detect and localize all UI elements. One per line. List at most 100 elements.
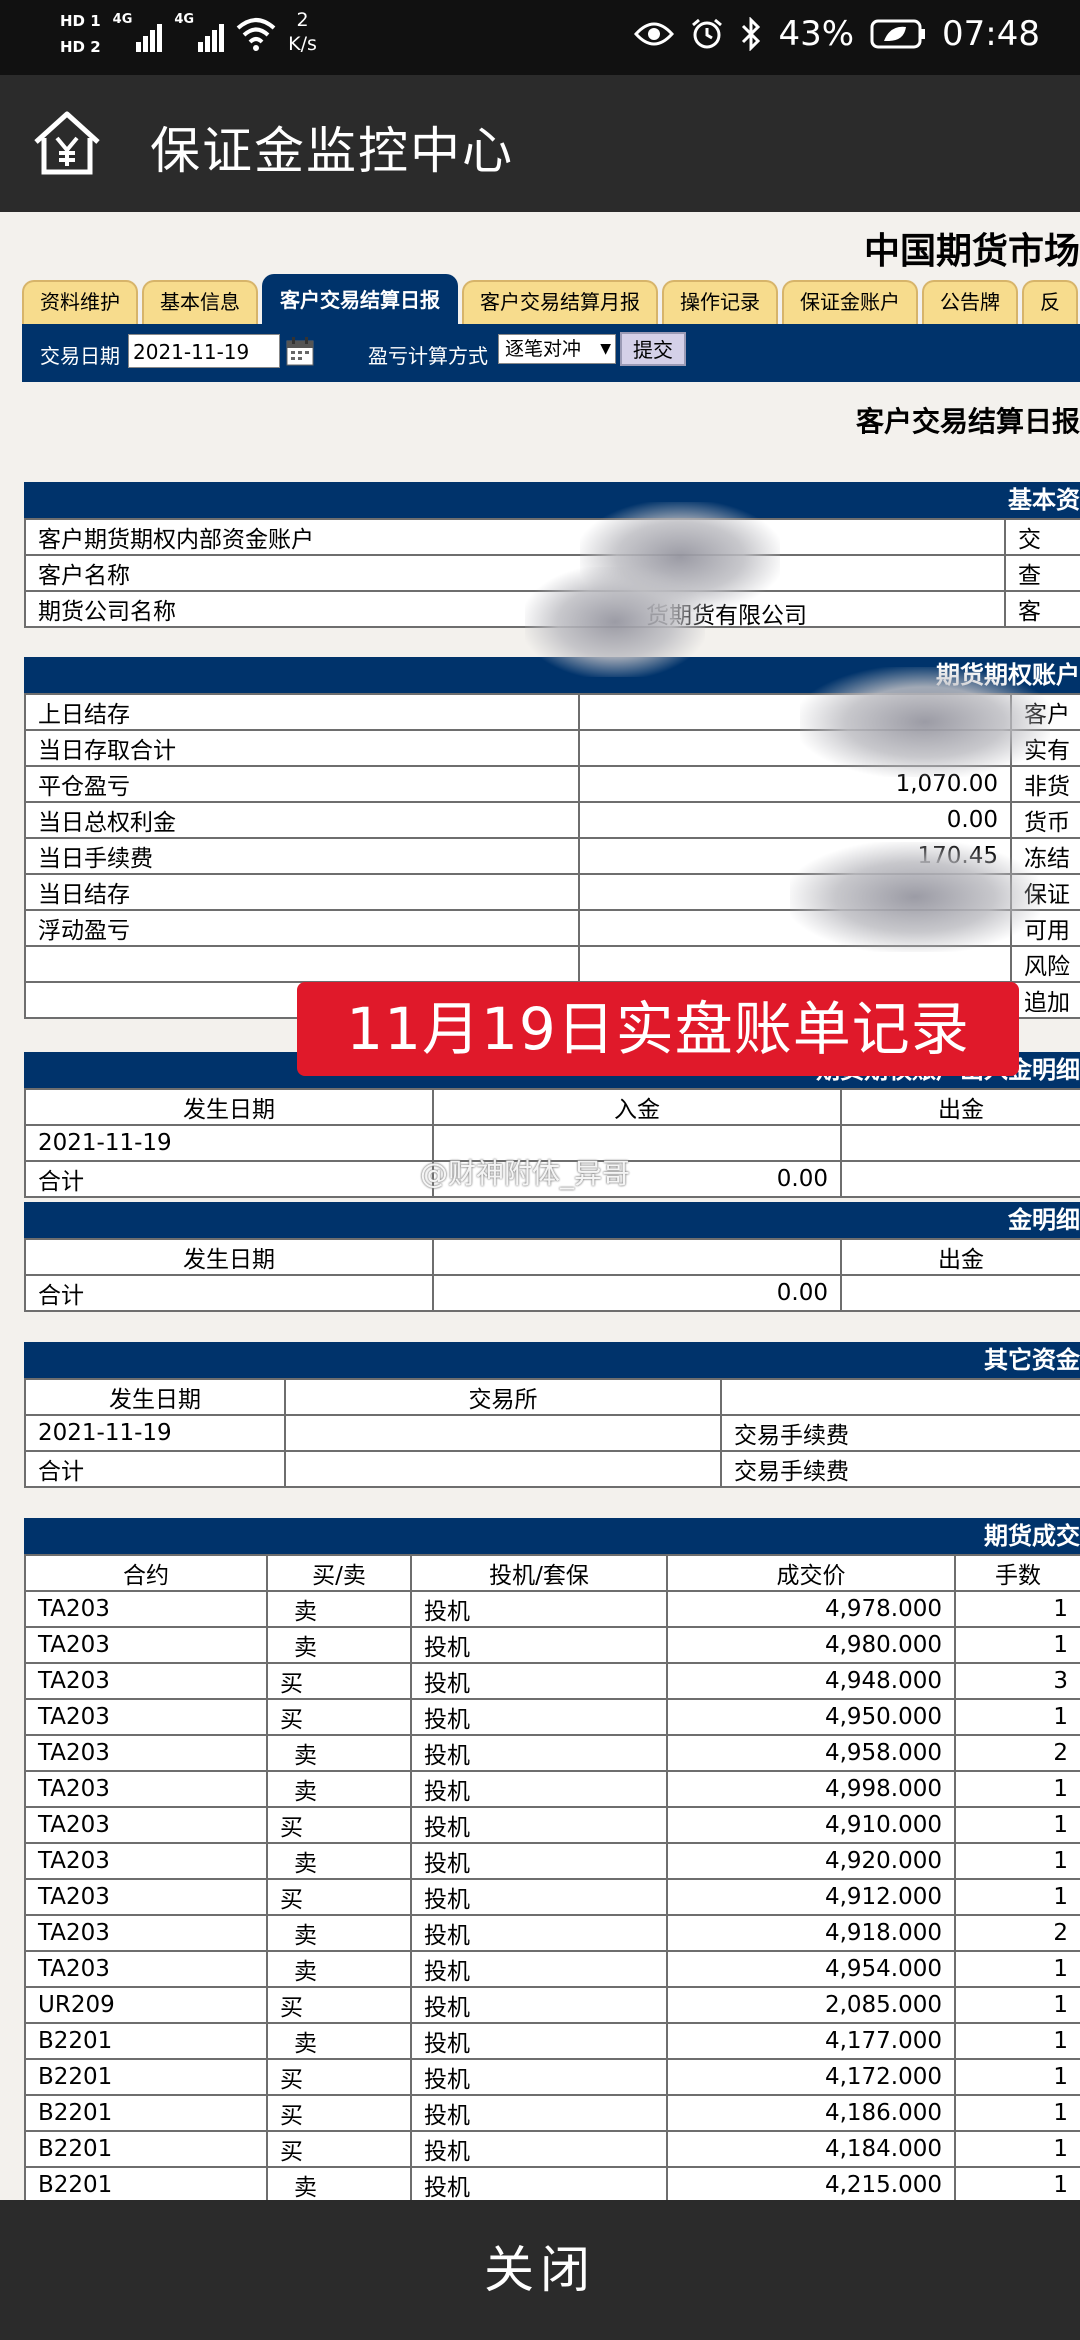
trade-qty: 1 xyxy=(954,1770,1080,1808)
other-funds-row: 2021-11-19 交易手续费 xyxy=(24,1414,1080,1452)
account-row: 当日总权利金 0.00 货币 xyxy=(24,801,1080,839)
trade-contract: TA203 xyxy=(24,1842,268,1880)
method-value: 逐笔对冲 xyxy=(505,338,582,360)
filter-bar: 交易日期 2021-11-19 盈亏计算方式 逐笔对冲 ▼ 提交 xyxy=(22,324,1080,382)
trade-contract: TA203 xyxy=(24,1950,268,1988)
basic-info-label: 期货公司名称 xyxy=(38,599,176,625)
column-header: 投机/套保 xyxy=(410,1554,668,1592)
trade-type: 投机 xyxy=(410,1770,668,1808)
trade-row: B2201 卖投机 4,177.000 1 xyxy=(24,2022,1080,2060)
other-funds-date: 合计 xyxy=(24,1450,286,1488)
trade-price: 4,177.000 xyxy=(666,2022,956,2060)
account-side-label: 货币 xyxy=(1010,801,1080,839)
tab-2[interactable]: 客户交易结算日报 xyxy=(262,274,458,324)
column-header: 成交价 xyxy=(666,1554,956,1592)
tab-6[interactable]: 公告牌 xyxy=(922,280,1018,324)
trades-header: 期货成交 xyxy=(24,1518,1080,1554)
trade-price: 2,085.000 xyxy=(666,1986,956,2024)
webview[interactable]: 中国期货市场 资料维护 基本信息 客户交易结算日报 客户交易结算月报 操作记录 保证金账户… xyxy=(0,212,1080,2200)
tab-4[interactable]: 操作记录 xyxy=(662,280,778,324)
eye-icon xyxy=(634,22,675,46)
battery-percent: 43% xyxy=(778,14,855,54)
method-label: 盈亏计算方式 xyxy=(368,344,488,368)
status-left: HD 1 HD 2 4G 4G 2 K/s xyxy=(60,8,317,60)
trade-type: 投机 xyxy=(410,1590,668,1628)
column-header: 合约 xyxy=(24,1554,268,1592)
tab-1[interactable]: 基本信息 xyxy=(142,280,258,324)
home-yen-icon[interactable] xyxy=(32,108,102,178)
trade-row: TA203 卖投机 4,920.000 1 xyxy=(24,1842,1080,1880)
calendar-icon[interactable] xyxy=(286,336,314,366)
signal-icon-2: 4G xyxy=(174,12,225,52)
report-title: 客户交易结算日报 xyxy=(855,405,1080,438)
speed-unit: K/s xyxy=(288,33,317,55)
trade-side: 买 xyxy=(266,1986,412,2024)
trade-qty: 1 xyxy=(954,2022,1080,2060)
trade-row: TA203 卖投机 4,918.000 2 xyxy=(24,1914,1080,1952)
basic-info-side-label: 交 xyxy=(1004,518,1080,556)
basic-info-header: 基本资 xyxy=(24,482,1080,518)
trade-side: 买 xyxy=(266,1662,412,1700)
tab-3[interactable]: 客户交易结算月报 xyxy=(462,280,658,324)
cash-flow2-header: 金明细 xyxy=(24,1202,1080,1238)
close-button[interactable]: 关闭 xyxy=(0,2200,1080,2340)
status-bar: HD 1 HD 2 4G 4G 2 K/s 43% 07:48 xyxy=(0,0,1080,75)
trade-price: 4,998.000 xyxy=(666,1770,956,1808)
privacy-blur xyxy=(525,567,705,677)
trade-side: 买 xyxy=(266,1878,412,1916)
trade-row: TA203 买投机 4,912.000 1 xyxy=(24,1878,1080,1916)
tab-5[interactable]: 保证金账户 xyxy=(782,280,918,324)
account-label: 浮动盈亏 xyxy=(24,909,580,947)
trade-contract: TA203 xyxy=(24,1590,268,1628)
trade-row: TA203 卖投机 4,958.000 2 xyxy=(24,1734,1080,1772)
trade-qty: 1 xyxy=(954,2058,1080,2096)
trade-row: B2201 买投机 4,186.000 1 xyxy=(24,2094,1080,2132)
trade-contract: B2201 xyxy=(24,2022,268,2060)
account-label: 当日存取合计 xyxy=(24,729,580,767)
method-select[interactable]: 逐笔对冲 ▼ xyxy=(498,334,616,364)
cash-flow-date: 合计 xyxy=(24,1160,434,1198)
trade-row: TA203 卖投机 4,980.000 1 xyxy=(24,1626,1080,1664)
trade-row: TA203 卖投机 4,998.000 1 xyxy=(24,1770,1080,1808)
trade-qty: 3 xyxy=(954,1662,1080,1700)
cash-flow-out xyxy=(840,1160,1080,1198)
trade-type: 投机 xyxy=(410,1842,668,1880)
trade-price: 4,978.000 xyxy=(666,1590,956,1628)
hd2-label: HD 2 xyxy=(60,38,101,56)
basic-info-label: 客户名称 xyxy=(38,563,130,589)
trade-qty: 1 xyxy=(954,1806,1080,1844)
trade-contract: TA203 xyxy=(24,1770,268,1808)
tab-0[interactable]: 资料维护 xyxy=(22,280,138,324)
hd-indicators: HD 1 HD 2 xyxy=(60,8,101,60)
column-header: 发生日期 xyxy=(24,1378,286,1416)
date-input[interactable]: 2021-11-19 xyxy=(128,334,280,368)
bottom-bar: 关闭 xyxy=(0,2200,1080,2340)
cash-flow2-row: 合计 0.00 xyxy=(24,1274,1080,1312)
trade-type: 投机 xyxy=(410,2058,668,2096)
trade-type: 投机 xyxy=(410,1662,668,1700)
trade-qty: 1 xyxy=(954,2130,1080,2168)
other-funds-exchange xyxy=(284,1414,722,1452)
other-funds-table: 发生日期 交易所 2021-11-19 交易手续费 合计 交易手续费 xyxy=(24,1378,1080,1488)
trade-price: 4,948.000 xyxy=(666,1662,956,1700)
trade-contract: TA203 xyxy=(24,1626,268,1664)
cash-flow2-date: 合计 xyxy=(24,1274,434,1312)
submit-button[interactable]: 提交 xyxy=(620,332,686,366)
column-header: 发生日期 xyxy=(24,1238,434,1276)
cash-flow2-out xyxy=(840,1274,1080,1312)
trade-qty: 1 xyxy=(954,2094,1080,2132)
tab-7[interactable]: 反 xyxy=(1022,280,1078,324)
trade-contract: TA203 xyxy=(24,1662,268,1700)
app-bar: 保证金监控中心 xyxy=(0,75,1080,212)
column-header: 发生日期 xyxy=(24,1088,434,1126)
basic-info-cell: 客户期货期权内部资金账户 xyxy=(24,518,1006,556)
trade-price: 4,980.000 xyxy=(666,1626,956,1664)
basic-info-cell: 期货公司名称 货期货有限公司 xyxy=(24,590,1006,628)
trade-side: 卖 xyxy=(266,1842,412,1880)
dropdown-arrow-icon: ▼ xyxy=(600,341,611,357)
trade-side: 卖 xyxy=(266,1734,412,1772)
date-label: 交易日期 xyxy=(40,344,120,368)
trade-price: 4,184.000 xyxy=(666,2130,956,2168)
trade-price: 4,918.000 xyxy=(666,1914,956,1952)
network-type-1: 4G xyxy=(112,12,133,27)
